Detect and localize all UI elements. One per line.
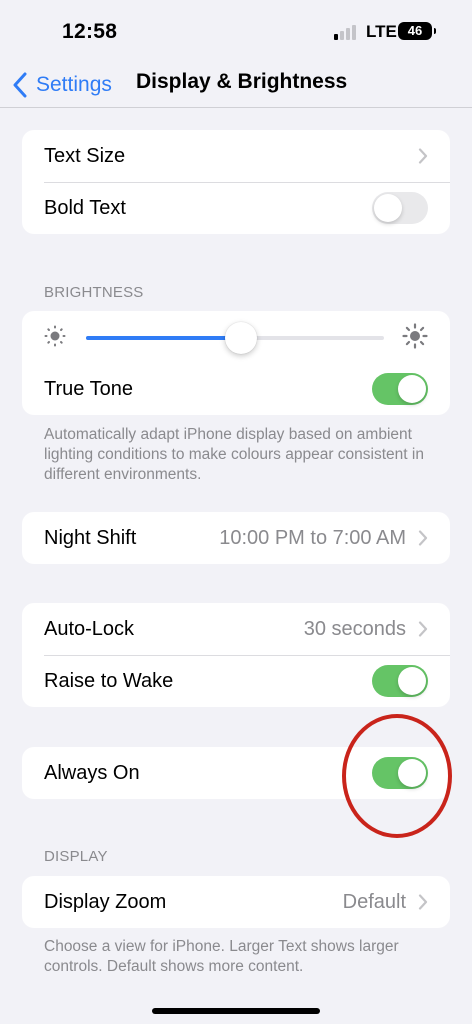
true-tone-row: True Tone [22,363,450,415]
display-zoom-row[interactable]: Display Zoom Default [22,876,450,928]
bold-text-toggle[interactable] [372,192,428,224]
auto-lock-label: Auto-Lock [44,617,135,640]
brightness-slider-thumb[interactable] [224,322,257,354]
text-settings-group: Text Size Bold Text [22,130,450,234]
page-title: Display & Brightness [136,70,348,93]
night-shift-group: Night Shift 10:00 PM to 7:00 AM [22,512,450,564]
status-time: 12:58 [62,20,118,43]
display-zoom-value: Default [342,890,406,913]
brightness-header: BRIGHTNESS [44,284,144,301]
night-shift-row[interactable]: Night Shift 10:00 PM to 7:00 AM [22,512,450,564]
status-bar: 12:58 LTE 46 [0,0,472,62]
always-on-label: Always On [44,761,140,784]
always-on-group: Always On [22,747,450,799]
network-type: LTE [366,22,397,41]
always-on-row: Always On [22,747,450,799]
auto-lock-value: 30 seconds [303,617,406,640]
lock-settings-group: Auto-Lock 30 seconds Raise to Wake [22,603,450,707]
brightness-slider-row [22,311,450,363]
night-shift-value: 10:00 PM to 7:00 AM [219,526,406,549]
raise-to-wake-label: Raise to Wake [44,669,174,692]
chevron-right-icon [418,894,428,910]
navigation-bar: Settings Display & Brightness [0,62,472,108]
raise-to-wake-toggle[interactable] [372,665,428,697]
chevron-right-icon [418,148,428,164]
back-button[interactable]: Settings [12,68,112,102]
always-on-toggle[interactable] [372,757,428,789]
bold-text-row: Bold Text [22,182,450,234]
true-tone-footer: Automatically adapt iPhone display based… [44,426,424,483]
brightness-group: True Tone [22,311,450,415]
display-zoom-label: Display Zoom [44,890,167,913]
raise-to-wake-row: Raise to Wake [22,655,450,707]
display-group: Display Zoom Default [22,876,450,928]
text-size-row[interactable]: Text Size [22,130,450,182]
bold-text-label: Bold Text [44,196,126,219]
true-tone-label: True Tone [44,377,133,400]
back-button-label: Settings [36,73,112,96]
cellular-signal-icon [334,24,358,40]
display-zoom-footer: Choose a view for iPhone. Larger Text sh… [44,938,399,975]
chevron-left-icon [13,72,27,98]
auto-lock-row[interactable]: Auto-Lock 30 seconds [22,603,450,655]
chevron-right-icon [418,530,428,546]
home-indicator[interactable] [152,1008,320,1014]
night-shift-label: Night Shift [44,526,137,549]
brightness-high-icon [402,323,428,349]
brightness-low-icon [44,325,66,347]
true-tone-toggle[interactable] [372,373,428,405]
brightness-slider-fill [86,336,241,340]
chevron-right-icon [418,621,428,637]
display-header: DISPLAY [44,848,108,865]
battery-icon: 46 [398,22,436,40]
text-size-label: Text Size [44,144,126,167]
